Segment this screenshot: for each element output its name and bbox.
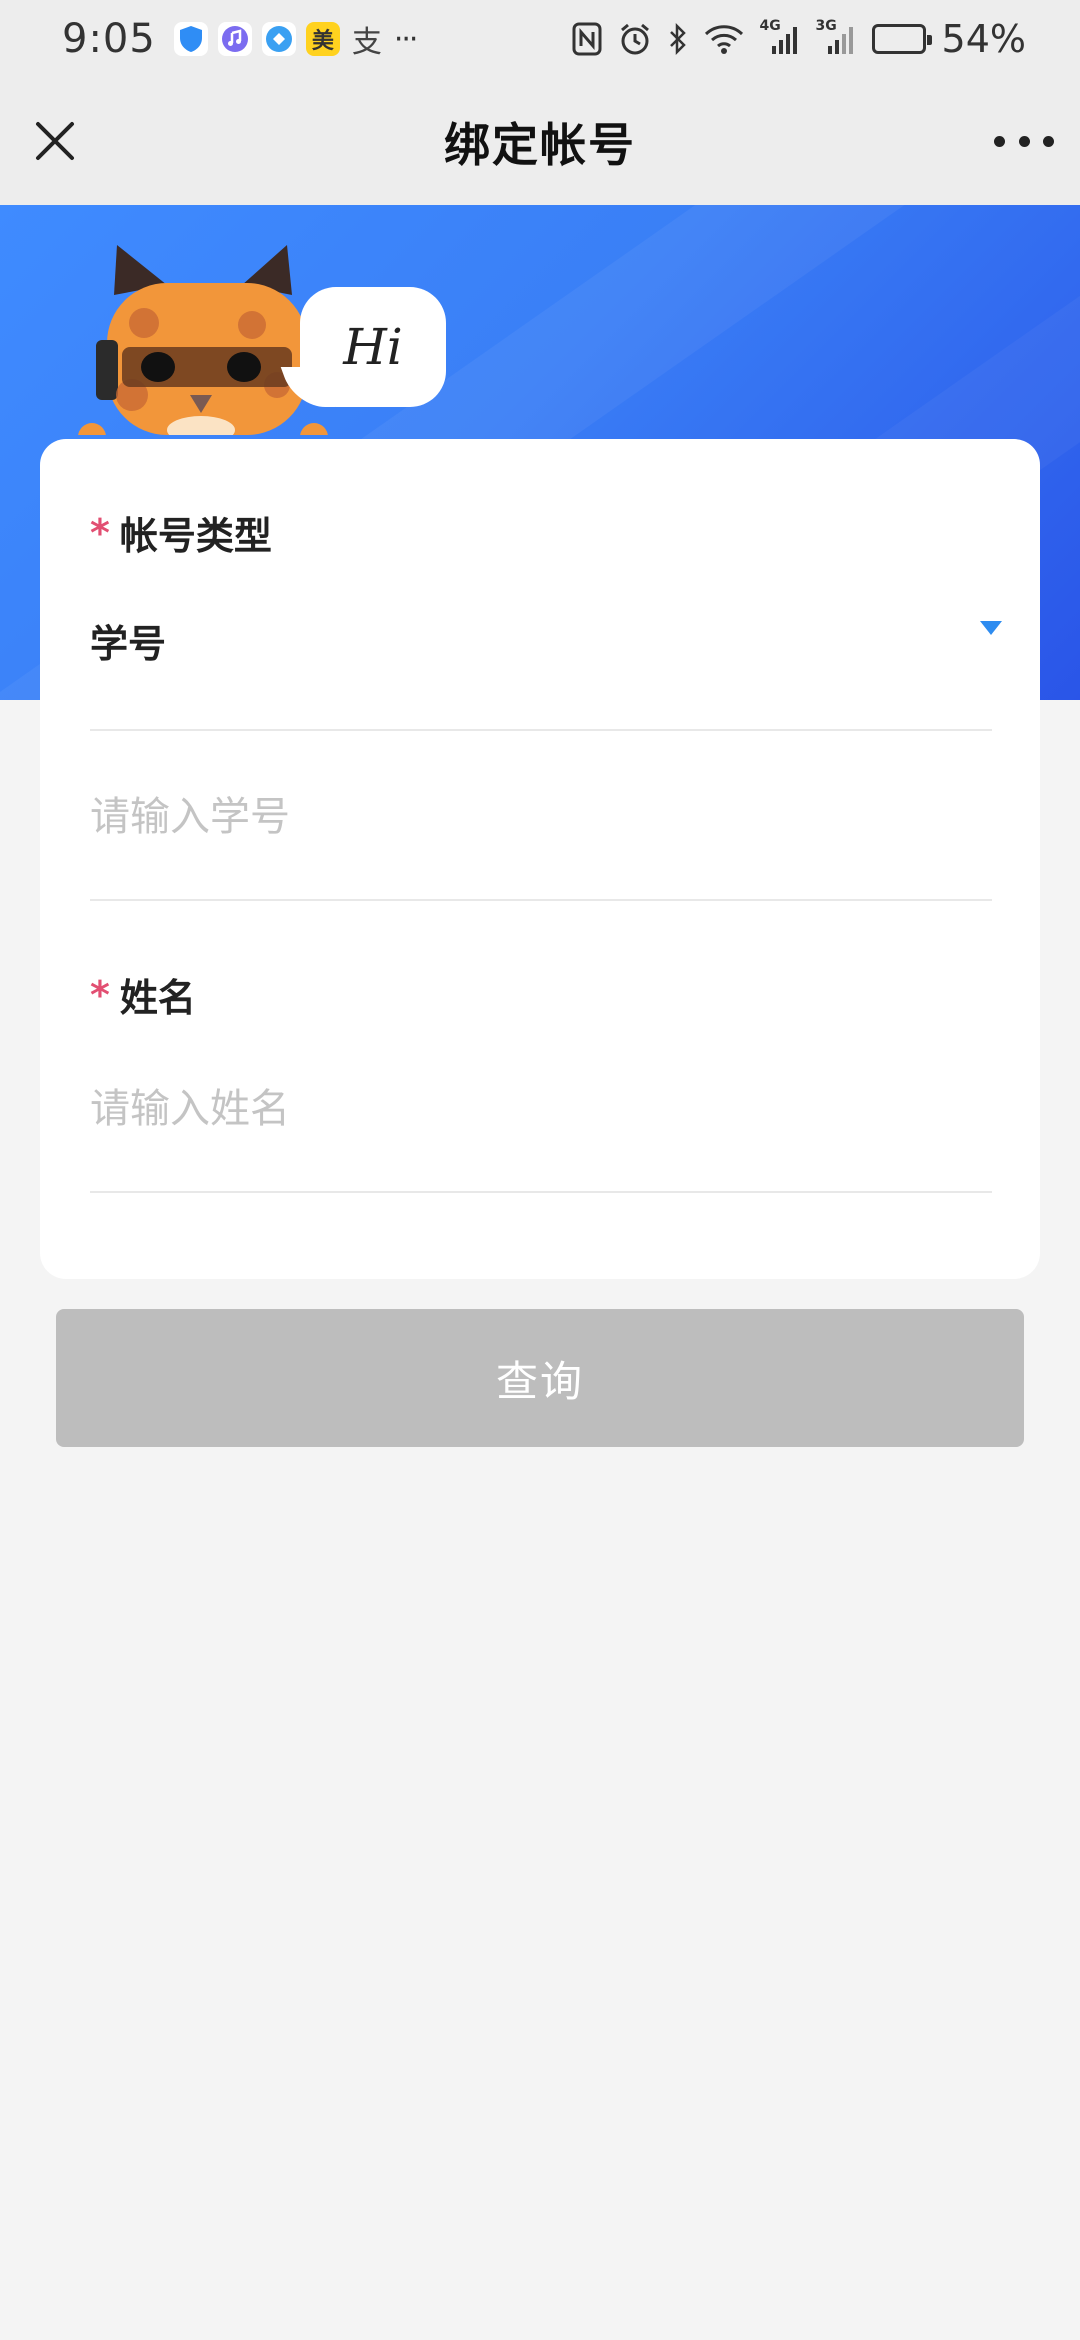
meituan-icon: 美	[305, 22, 340, 56]
name-label-text: 姓名	[119, 976, 196, 1020]
account-type-select[interactable]: 学号	[90, 609, 1012, 671]
more-dot-icon	[994, 135, 1005, 147]
more-notifications: ···	[393, 21, 419, 57]
student-id-input[interactable]	[90, 782, 992, 852]
wifi-icon	[704, 23, 744, 55]
greeting-text: Hi	[343, 318, 403, 376]
greeting-bubble: Hi	[300, 287, 446, 407]
vpn-icon	[261, 22, 296, 56]
more-menu-button[interactable]	[994, 118, 1054, 164]
account-type-label-text: 帐号类型	[119, 514, 272, 558]
nav-bar: 绑定帐号	[0, 78, 1080, 205]
battery-icon	[871, 24, 932, 54]
battery-percent: 54%	[941, 17, 1026, 61]
account-type-selected: 学号	[90, 621, 167, 666]
network-4g-label: 4G	[759, 18, 781, 34]
required-mark: *	[90, 510, 110, 555]
more-dot-icon	[1018, 135, 1030, 147]
divider	[90, 729, 992, 731]
bind-account-form: * 帐号类型 学号 * 姓名	[40, 439, 1040, 1279]
query-button[interactable]: 查询	[56, 1309, 1024, 1447]
divider	[90, 899, 992, 901]
status-time: 9:05	[62, 16, 156, 62]
battery: 54%	[871, 17, 1026, 61]
page-title: 绑定帐号	[444, 117, 636, 172]
required-mark: *	[90, 972, 110, 1017]
bluetooth-icon	[668, 22, 688, 56]
nfc-icon	[572, 22, 602, 56]
account-type-label: * 帐号类型	[90, 505, 272, 560]
music-icon	[217, 22, 252, 56]
status-left: 9:05 美 支 ···	[62, 16, 419, 62]
divider	[90, 1191, 992, 1193]
more-dot-icon	[1043, 135, 1054, 147]
alarm-icon	[618, 22, 652, 56]
shield-icon	[173, 22, 208, 56]
signal-4g-icon: 4G	[760, 18, 800, 56]
alipay-icon: 支	[351, 25, 382, 60]
status-right: 4G 3G 54%	[572, 17, 1026, 61]
close-button[interactable]	[32, 118, 78, 164]
close-icon	[36, 122, 74, 160]
name-input[interactable]	[90, 1074, 992, 1144]
signal-3g-icon: 3G	[816, 18, 856, 56]
status-bar: 9:05 美 支 ··· 4G 3G 54%	[0, 0, 1080, 78]
network-3g-label: 3G	[815, 18, 837, 34]
dropdown-arrow-icon	[980, 621, 1002, 635]
name-label: * 姓名	[90, 967, 196, 1022]
